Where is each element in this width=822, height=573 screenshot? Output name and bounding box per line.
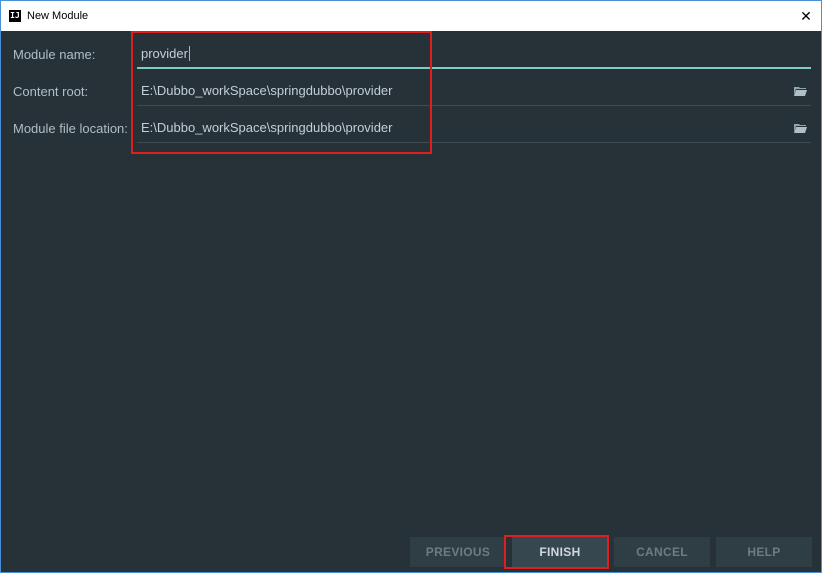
close-icon[interactable]: ✕ [791, 1, 821, 31]
intellij-icon: IJ [9, 10, 21, 22]
module-file-location-row: Module file location: E:\Dubbo_workSpace… [1, 111, 821, 147]
folder-icon[interactable] [794, 86, 807, 96]
field-underline [137, 142, 811, 143]
content-root-input[interactable]: E:\Dubbo_workSpace\springdubbo\provider [137, 76, 811, 106]
module-file-location-input[interactable]: E:\Dubbo_workSpace\springdubbo\provider [137, 113, 811, 143]
window-title: New Module [27, 10, 89, 22]
content-root-row: Content root: E:\Dubbo_workSpace\springd… [1, 74, 821, 110]
content-root-value: E:\Dubbo_workSpace\springdubbo\provider [141, 83, 393, 98]
new-module-dialog: IJ New Module ✕ Module name: provider Co… [0, 0, 822, 573]
previous-button[interactable]: PREVIOUS [410, 537, 506, 567]
button-bar: PREVIOUS FINISH CANCEL HELP [1, 537, 821, 567]
module-file-location-value: E:\Dubbo_workSpace\springdubbo\provider [141, 120, 393, 135]
dialog-content: Module name: provider Content root: E:\D… [1, 31, 821, 572]
title-bar: IJ New Module ✕ [1, 1, 821, 31]
module-name-row: Module name: provider [1, 37, 821, 73]
module-name-value: provider [141, 46, 188, 61]
content-root-label: Content root: [13, 84, 89, 99]
help-button[interactable]: HELP [716, 537, 812, 567]
cancel-button[interactable]: CANCEL [614, 537, 710, 567]
field-underline [137, 105, 811, 106]
folder-icon[interactable] [794, 123, 807, 133]
module-name-input[interactable]: provider [137, 39, 811, 69]
focus-underline [137, 67, 811, 69]
text-caret [188, 46, 190, 61]
module-name-label: Module name: [13, 47, 96, 62]
module-file-location-label: Module file location: [13, 121, 128, 136]
finish-button[interactable]: FINISH [512, 537, 608, 567]
